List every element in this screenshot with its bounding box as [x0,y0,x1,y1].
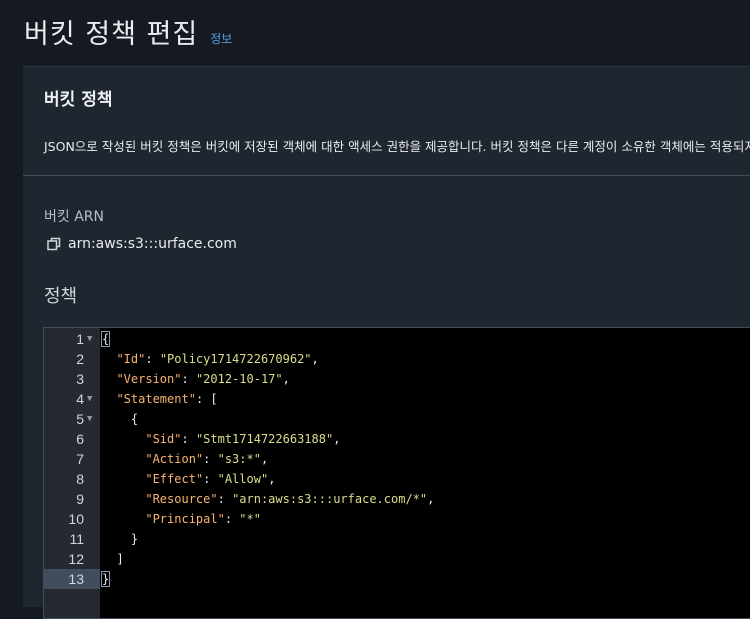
panel-header: 버킷 정책 JSON으로 작성된 버킷 정책은 버킷에 저장된 객체에 대한 액… [23,67,750,176]
json-key: "Id" [116,352,146,366]
json-string: "s3:*" [217,452,261,466]
code-text: "Id": "Policy1714722670962", [102,349,319,369]
json-string: "arn:aws:s3:::urface.com/*" [232,492,428,506]
line-number: 13 [44,569,100,589]
fold-toggle-icon[interactable]: ▼ [87,389,92,409]
json-key: "Statement" [116,392,196,406]
code-line[interactable]: 1 ▼ { [44,329,750,349]
code-line[interactable]: 9 "Resource": "arn:aws:s3:::urface.com/*… [44,489,750,509]
json-punctuation: : [181,372,196,386]
bucket-arn-label: 버킷 ARN [44,209,104,225]
code-line[interactable]: 7 "Action": "s3:*", [44,449,750,469]
panel-description: JSON으로 작성된 버킷 정책은 버킷에 저장된 객체에 대한 액세스 권한을… [44,139,750,154]
code-text: } [100,569,111,589]
code-text: "Effect": "Allow", [102,469,275,489]
json-punctuation: } [102,532,139,546]
json-punctuation [102,352,116,366]
page-header: 버킷 정책 편집 정보 [24,12,232,51]
json-string: "Stmt1714722663188" [195,432,334,446]
json-punctuation: { [102,412,139,426]
code-line[interactable]: 10 "Principal": "*" [44,509,750,529]
line-number: 11 [69,531,84,547]
json-punctuation: : [217,492,233,506]
info-link[interactable]: 정보 [210,30,232,47]
json-punctuation: : [ [195,392,218,406]
line-number: 2 [76,351,84,367]
code-line[interactable]: 12 ] [44,549,750,569]
policy-code-editor[interactable]: 1 ▼{2 "Id": "Policy1714722670962", 3 "Vers… [43,327,750,619]
json-punctuation [102,512,145,526]
code-line[interactable]: 13} [44,569,750,589]
json-key: "Sid" [145,432,182,446]
line-number: 7 [76,451,84,467]
json-string: "Allow" [217,472,269,486]
json-punctuation: ] [102,552,124,566]
json-string: "Policy1714722670962" [159,352,312,366]
json-punctuation: : [224,512,240,526]
line-number: 5 [76,411,84,427]
fold-toggle-icon[interactable]: ▼ [87,409,92,429]
json-punctuation: } [100,571,111,587]
json-string: "*" [239,512,261,526]
code-text: "Resource": "arn:aws:s3:::urface.com/*", [102,489,434,509]
code-line[interactable]: 4 ▼ "Statement": [ [44,389,750,409]
json-punctuation: , [282,372,290,386]
json-key: "Effect" [145,472,204,486]
json-key: "Action" [145,452,204,466]
policy-label: 정책 [44,286,78,307]
json-punctuation: , [333,432,341,446]
line-number: 8 [76,471,84,487]
bucket-policy-panel: 버킷 정책 JSON으로 작성된 버킷 정책은 버킷에 저장된 객체에 대한 액… [23,66,750,619]
line-number: 9 [76,491,84,507]
json-punctuation: , [427,492,435,506]
code-text: "Action": "s3:*", [102,449,268,469]
code-text: { [100,329,111,349]
json-punctuation [102,472,145,486]
page-title: 버킷 정책 편집 [24,19,199,50]
code-text: "Version": "2012-10-17", [102,369,290,389]
bucket-arn-value: arn:aws:s3:::urface.com [68,236,237,252]
json-punctuation: , [260,452,269,466]
code-line[interactable]: 2 "Id": "Policy1714722670962", [44,349,750,369]
code-line[interactable]: 8 "Effect": "Allow", [44,469,750,489]
code-text: "Sid": "Stmt1714722663188", [102,429,340,449]
json-punctuation [102,492,145,506]
json-key: "Principal" [145,512,225,526]
json-punctuation [102,392,116,406]
json-punctuation: : [203,452,218,466]
json-key: "Version" [116,372,182,386]
json-punctuation: , [268,472,276,486]
panel-title: 버킷 정책 [44,90,113,110]
line-number: 3 [76,371,84,387]
json-punctuation: : [181,432,196,446]
code-text: "Principal": "*" [102,509,261,529]
json-punctuation [102,432,145,446]
code-line[interactable]: 3 "Version": "2012-10-17", [44,369,750,389]
line-number: 10 [68,511,84,527]
json-punctuation: : [145,352,160,366]
bucket-arn-row: arn:aws:s3:::urface.com [47,236,237,252]
json-string: "2012-10-17" [195,372,283,386]
fold-toggle-icon[interactable]: ▼ [87,329,92,349]
code-text: } [102,529,138,549]
line-number: 6 [76,431,84,447]
line-number: 12 [68,551,84,567]
code-text: { [102,409,138,429]
line-number: 1 [76,331,84,347]
code-text: ] [102,549,124,569]
json-punctuation: { [100,331,111,347]
json-key: "Resource" [145,492,218,506]
json-punctuation [102,372,116,386]
code-line[interactable]: 6 "Sid": "Stmt1714722663188", [44,429,750,449]
json-punctuation: , [311,352,319,366]
copy-icon[interactable] [47,237,61,251]
line-number: 4 [76,391,84,407]
code-line[interactable]: 11 } [44,529,750,549]
json-punctuation [102,452,145,466]
code-text: "Statement": [ [102,389,218,409]
code-line[interactable]: 5 ▼ { [44,409,750,429]
json-punctuation: : [203,472,218,486]
